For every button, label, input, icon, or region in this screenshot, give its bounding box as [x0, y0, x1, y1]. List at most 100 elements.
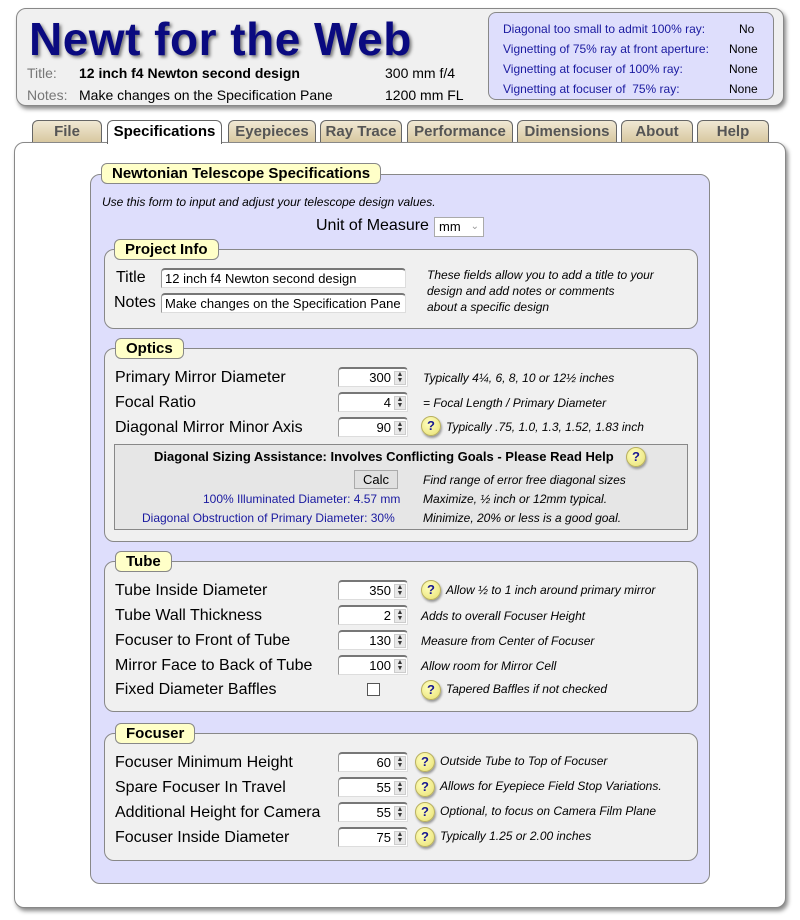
- obstruction-hint: Minimize, 20% or less is a good goal.: [423, 511, 622, 525]
- tube-wall-thickness-input[interactable]: 2 ▲ ▼: [338, 605, 408, 625]
- help-icon[interactable]: ?: [415, 777, 435, 797]
- mirror-face-back-tube-label: Mirror Face to Back of Tube: [115, 657, 313, 674]
- help-icon[interactable]: ?: [415, 752, 435, 772]
- fixed-baffles-label: Fixed Diameter Baffles: [115, 681, 277, 698]
- focal-ratio-input[interactable]: 4 ▲ ▼: [338, 392, 408, 412]
- focuser-front-tube-input[interactable]: 130 ▲ ▼: [338, 630, 408, 650]
- project-title-input[interactable]: 12 inch f4 Newton second design: [161, 268, 406, 288]
- tab-performance[interactable]: Performance: [407, 120, 513, 142]
- focuser-min-height-hint: Outside Tube to Top of Focuser: [440, 754, 608, 768]
- spare-focuser-travel-input[interactable]: 55 ▲ ▼: [338, 777, 408, 797]
- header-notes-label: Notes:: [27, 87, 68, 103]
- camera-height-hint: Optional, to focus on Camera Film Plane: [440, 804, 657, 818]
- unit-of-measure-label: Unit of Measure: [316, 217, 429, 234]
- fixed-baffles-checkbox[interactable]: [367, 683, 380, 696]
- status-row: Vignetting at focuser of 75% ray: None: [503, 79, 773, 99]
- project-notes-label: Notes: [114, 294, 156, 311]
- camera-height-label: Additional Height for Camera: [115, 804, 321, 821]
- status-value: No: [739, 22, 755, 36]
- spin-arrow-icon[interactable]: ▼: [395, 427, 405, 434]
- obstruction-result: Diagonal Obstruction of Primary Diameter…: [142, 511, 395, 525]
- spinner-icon[interactable]: ▲ ▼: [394, 659, 406, 673]
- tab-eyepieces[interactable]: Eyepieces: [228, 120, 316, 142]
- spinner-icon[interactable]: ▲ ▼: [394, 609, 406, 623]
- status-label: Diagonal too small to admit 100% ray:: [503, 22, 706, 36]
- header-title-row: Title: 12 inch f4 Newton second design 300…: [27, 65, 455, 81]
- tab-ray-trace[interactable]: Ray Trace: [320, 120, 402, 142]
- primary-mirror-diameter-label: Primary Mirror Diameter: [115, 369, 286, 386]
- camera-height-input[interactable]: 55 ▲ ▼: [338, 802, 408, 822]
- spinner-icon[interactable]: ▲ ▼: [394, 756, 406, 770]
- spin-arrow-icon[interactable]: ▼: [395, 615, 405, 622]
- unit-of-measure-select[interactable]: mm ⌄: [434, 217, 484, 237]
- field-value: 4: [383, 395, 391, 410]
- spin-arrow-icon[interactable]: ▼: [395, 762, 405, 769]
- focuser-inside-diameter-input[interactable]: 75 ▲ ▼: [338, 827, 408, 847]
- tab-file[interactable]: File: [32, 120, 102, 142]
- app-title: Newt for the Web: [29, 13, 412, 65]
- aperture-spec: 300 mm f/4: [385, 65, 456, 81]
- focuser-min-height-input[interactable]: 60 ▲ ▼: [338, 752, 408, 772]
- diagonal-minor-axis-input[interactable]: 90 ▲ ▼: [338, 417, 408, 437]
- field-value: 300: [369, 370, 391, 385]
- field-value: 55: [376, 780, 391, 795]
- help-icon[interactable]: ?: [415, 802, 435, 822]
- focal-length-spec: 1200 mm FL: [385, 87, 464, 103]
- spin-arrow-icon[interactable]: ▼: [395, 402, 405, 409]
- help-icon[interactable]: ?: [415, 827, 435, 847]
- spinner-icon[interactable]: ▲ ▼: [394, 371, 406, 385]
- help-icon[interactable]: ?: [421, 580, 441, 600]
- status-row: Diagonal too small to admit 100% ray: No: [503, 19, 773, 39]
- spinner-icon[interactable]: ▲ ▼: [394, 806, 406, 820]
- field-value: 75: [376, 830, 391, 845]
- fixed-baffles-hint: Tapered Baffles if not checked: [446, 682, 607, 696]
- project-info-legend: Project Info: [114, 239, 219, 260]
- status-value: None: [729, 82, 758, 96]
- status-row: Vignetting at focuser of 100% ray: None: [503, 59, 773, 79]
- spinner-icon[interactable]: ▲ ▼: [394, 781, 406, 795]
- spin-arrow-icon[interactable]: ▼: [395, 640, 405, 647]
- spinner-icon[interactable]: ▲ ▼: [394, 584, 406, 598]
- focuser-inside-diameter-hint: Typically 1.25 or 2.00 inches: [440, 829, 592, 843]
- spinner-icon[interactable]: ▲ ▼: [394, 421, 406, 435]
- project-notes-input[interactable]: Make changes on the Specification Pane: [161, 293, 406, 313]
- primary-mirror-hint: Typically 4¼, 6, 8, 10 or 12½ inches: [423, 371, 615, 385]
- status-value: None: [729, 62, 758, 76]
- calc-button[interactable]: Calc: [354, 470, 398, 489]
- help-icon[interactable]: ?: [421, 416, 441, 436]
- mirror-face-back-tube-input[interactable]: 100 ▲ ▼: [338, 655, 408, 675]
- tube-inside-diameter-input[interactable]: 350 ▲ ▼: [338, 580, 408, 600]
- spinner-icon[interactable]: ▲ ▼: [394, 396, 406, 410]
- diagonal-minor-axis-label: Diagonal Mirror Minor Axis: [115, 419, 303, 436]
- tab-about[interactable]: About: [621, 120, 693, 142]
- diagonal-minor-axis-hint: Typically .75, 1.0, 1.3, 1.52, 1.83 inch: [446, 420, 644, 434]
- illuminated-diameter-result: 100% Illuminated Diameter: 4.57 mm: [203, 492, 401, 506]
- focal-ratio-hint: = Focal Length / Primary Diameter: [423, 396, 607, 410]
- tab-specifications[interactable]: Specifications: [107, 120, 222, 144]
- spin-arrow-icon[interactable]: ▼: [395, 590, 405, 597]
- status-label: Vignetting of 75% ray at front aperture:: [503, 42, 709, 56]
- tab-dimensions[interactable]: Dimensions: [517, 120, 617, 142]
- status-row: Vignetting of 75% ray at front aperture:…: [503, 39, 773, 59]
- spinner-icon[interactable]: ▲ ▼: [394, 831, 406, 845]
- focuser-legend: Focuser: [115, 723, 196, 744]
- spin-arrow-icon[interactable]: ▼: [395, 837, 405, 844]
- spin-arrow-icon[interactable]: ▼: [395, 377, 405, 384]
- status-box: Diagonal too small to admit 100% ray: No …: [488, 12, 774, 100]
- tab-help[interactable]: Help: [697, 120, 769, 142]
- status-label: Vignetting at focuser of 75% ray:: [503, 82, 680, 96]
- tube-inside-diameter-hint: Allow ½ to 1 inch around primary mirror: [446, 583, 656, 597]
- primary-mirror-diameter-input[interactable]: 300 ▲ ▼: [338, 367, 408, 387]
- spin-arrow-icon[interactable]: ▼: [395, 665, 405, 672]
- field-value: 60: [376, 755, 391, 770]
- help-icon[interactable]: ?: [421, 680, 441, 700]
- tube-legend: Tube: [115, 551, 172, 572]
- diagonal-sizing-title: Diagonal Sizing Assistance: Involves Con…: [154, 449, 614, 464]
- spin-arrow-icon[interactable]: ▼: [395, 787, 405, 794]
- field-value: 2: [383, 608, 391, 623]
- header-title-value: 12 inch f4 Newton second design: [79, 65, 300, 81]
- help-icon[interactable]: ?: [626, 447, 646, 467]
- spinner-icon[interactable]: ▲ ▼: [394, 634, 406, 648]
- status-value: None: [729, 42, 758, 56]
- spin-arrow-icon[interactable]: ▼: [395, 812, 405, 819]
